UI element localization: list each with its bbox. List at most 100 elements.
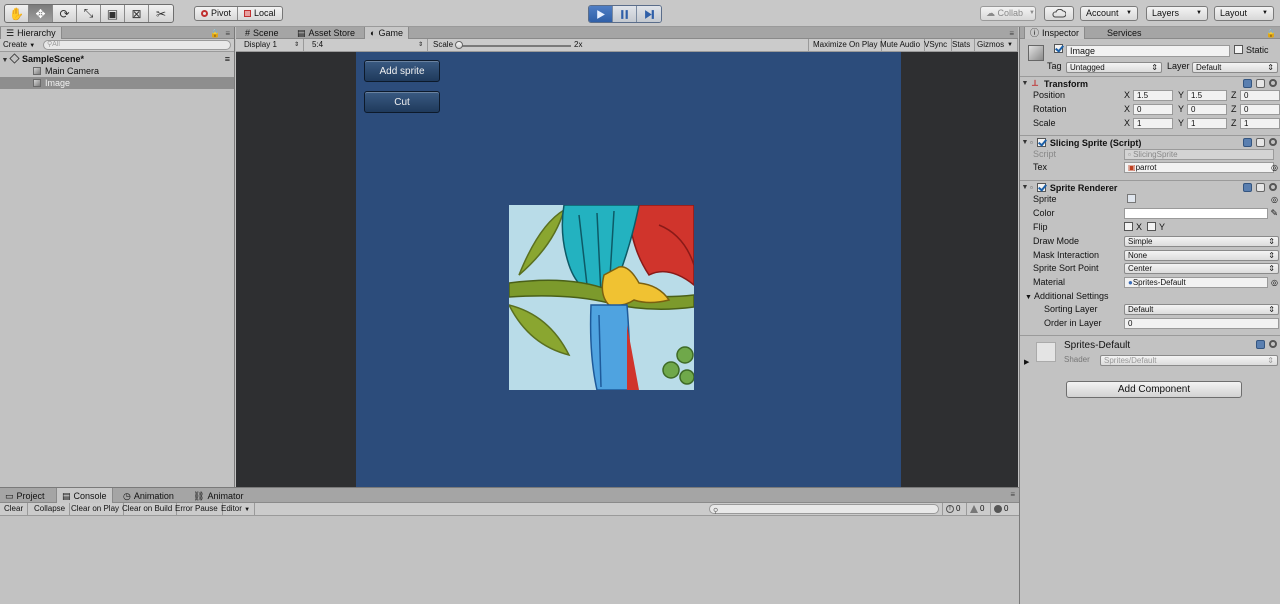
expand-triangle-icon[interactable]: ▼ — [1020, 80, 1030, 87]
panel-menu-icon[interactable]: ≡ — [225, 29, 230, 38]
object-picker-icon[interactable]: ◎ — [1271, 276, 1278, 289]
scale-y-field[interactable]: 1 — [1187, 118, 1227, 129]
warning-count-toggle[interactable]: 0 — [966, 503, 987, 515]
hierarchy-item-image[interactable]: Image — [0, 77, 234, 89]
expand-triangle-icon[interactable]: ▼ — [1020, 139, 1030, 146]
material-field[interactable]: ●Sprites-Default — [1124, 277, 1268, 288]
pivot-button[interactable]: Pivot — [195, 7, 239, 20]
object-picker-icon[interactable]: ◎ — [1271, 161, 1278, 174]
position-y-field[interactable]: 1.5 — [1187, 90, 1227, 101]
object-name-field[interactable]: Image — [1066, 45, 1230, 57]
tab-animation[interactable]: ◷ Animation — [118, 488, 179, 503]
error-count-toggle[interactable]: 0 — [990, 503, 1011, 515]
cut-button[interactable]: Cut — [364, 91, 440, 113]
sort-point-dropdown[interactable]: Center ⇕ — [1124, 263, 1279, 274]
tab-services[interactable]: Services — [1102, 27, 1147, 39]
account-dropdown[interactable]: Account ▼ — [1080, 6, 1138, 21]
mask-interaction-dropdown[interactable]: None ⇕ — [1124, 250, 1279, 261]
static-toggle[interactable]: Static — [1234, 45, 1269, 55]
tab-game[interactable]: ◐ Game — [364, 27, 409, 39]
scene-menu-icon[interactable]: ≡ — [225, 53, 230, 65]
draw-mode-dropdown[interactable]: Simple ⇕ — [1124, 236, 1279, 247]
layers-dropdown[interactable]: Layers ▼ — [1146, 6, 1208, 21]
error-pause-toggle[interactable]: Error Pause — [171, 503, 223, 515]
eyedropper-icon[interactable]: ✎ — [1270, 207, 1278, 220]
display-dropdown[interactable]: Display 1 ⇕ — [240, 39, 304, 51]
stats-toggle[interactable]: Stats — [948, 39, 976, 51]
add-component-button[interactable]: Add Component — [1066, 381, 1242, 398]
tex-field[interactable]: ▣parrot — [1124, 162, 1274, 173]
transform-header[interactable]: ▼ ⟂ Transform — [1020, 76, 1280, 90]
panel-menu-icon[interactable]: ≡ — [1009, 29, 1014, 38]
expand-triangle-icon[interactable]: ▼ — [1020, 184, 1030, 191]
additional-settings-row[interactable]: ▼ Additional Settings — [1020, 290, 1280, 303]
gizmos-dropdown[interactable]: Gizmos ▼ — [973, 39, 1018, 51]
preset-icon[interactable] — [1256, 183, 1265, 192]
rotate-tool-icon[interactable]: ⟳ — [53, 5, 77, 22]
scale-tool-icon[interactable]: ⤡ — [77, 5, 101, 22]
rotation-x-field[interactable]: 0 — [1133, 104, 1173, 115]
expand-triangle-icon[interactable]: ▶ — [1024, 358, 1029, 366]
aspect-dropdown[interactable]: 5:4 ⇕ — [308, 39, 428, 51]
preset-icon[interactable] — [1256, 138, 1265, 147]
order-in-layer-field[interactable]: 0 — [1124, 318, 1279, 329]
scene-row[interactable]: ▼ SampleScene* ≡ — [0, 53, 234, 65]
active-checkbox[interactable] — [1054, 44, 1063, 55]
hand-tool-icon[interactable]: ✋ — [5, 5, 29, 22]
editor-dropdown[interactable]: Editor ▼ — [217, 503, 256, 515]
transform-tool-icon[interactable]: ⊠ — [125, 5, 149, 22]
scale-slider-handle[interactable] — [455, 41, 463, 49]
tab-scene[interactable]: # Scene — [240, 27, 284, 39]
object-picker-icon[interactable]: ◎ — [1271, 193, 1278, 206]
rect-tool-icon[interactable]: ▣ — [101, 5, 125, 22]
custom-tool-icon[interactable]: ✂ — [149, 5, 173, 22]
hierarchy-search-input[interactable]: ⚲All — [43, 40, 231, 50]
layer-dropdown[interactable]: Default ⇕ — [1192, 62, 1278, 73]
clear-button[interactable]: Clear — [0, 503, 29, 515]
add-sprite-button[interactable]: Add sprite — [364, 60, 440, 82]
position-x-field[interactable]: 1.5 — [1133, 90, 1173, 101]
tab-asset-store[interactable]: ▤ Asset Store — [292, 27, 360, 39]
clear-on-play-toggle[interactable]: Clear on Play — [67, 503, 125, 515]
pause-button[interactable] — [613, 6, 637, 22]
sorting-layer-dropdown[interactable]: Default ⇕ — [1124, 304, 1279, 315]
scale-x-field[interactable]: 1 — [1133, 118, 1173, 129]
flip-y-toggle[interactable]: Y — [1147, 221, 1165, 234]
scale-slider-track[interactable] — [459, 45, 571, 47]
rotation-y-field[interactable]: 0 — [1187, 104, 1227, 115]
component-enabled-checkbox[interactable] — [1036, 183, 1046, 192]
gear-icon[interactable] — [1269, 138, 1277, 146]
local-button[interactable]: Local — [238, 7, 282, 20]
maximize-toggle[interactable]: Maximize On Play — [808, 39, 883, 51]
mute-toggle[interactable]: Mute Audio — [876, 39, 926, 51]
tab-console[interactable]: ▤ Console — [56, 488, 113, 503]
collab-dropdown[interactable]: ☁ Collab ▼ — [980, 6, 1036, 21]
position-z-field[interactable]: 0 — [1240, 90, 1280, 101]
play-button[interactable] — [589, 6, 613, 22]
component-enabled-checkbox[interactable] — [1036, 138, 1046, 147]
preset-icon[interactable] — [1256, 79, 1265, 88]
color-swatch[interactable] — [1124, 208, 1268, 219]
create-dropdown[interactable]: Create ▼ — [3, 39, 35, 52]
tab-project[interactable]: ▭ Project — [0, 488, 50, 503]
flip-x-toggle[interactable]: X — [1124, 221, 1142, 234]
help-book-icon[interactable] — [1256, 340, 1265, 349]
sprite-field[interactable] — [1124, 194, 1274, 205]
slicing-sprite-header[interactable]: ▼ ▫ Slicing Sprite (Script) — [1020, 135, 1280, 149]
lock-icon[interactable]: 🔒 — [210, 29, 220, 38]
lock-icon[interactable]: 🔒 — [1266, 29, 1276, 38]
shader-dropdown[interactable]: Sprites/Default ⇕ — [1100, 355, 1278, 366]
help-book-icon[interactable] — [1243, 79, 1252, 88]
gear-icon[interactable] — [1269, 183, 1277, 191]
console-search-input[interactable]: ⚲ — [709, 504, 939, 515]
info-count-toggle[interactable]: ! 0 — [942, 503, 963, 515]
scale-z-field[interactable]: 1 — [1240, 118, 1280, 129]
gear-icon[interactable] — [1269, 340, 1277, 348]
help-book-icon[interactable] — [1243, 183, 1252, 192]
rotation-z-field[interactable]: 0 — [1240, 104, 1280, 115]
move-tool-icon[interactable]: ✥ — [29, 5, 53, 22]
cloud-button[interactable] — [1044, 6, 1074, 21]
sprite-renderer-header[interactable]: ▼ ▫ Sprite Renderer — [1020, 180, 1280, 194]
step-button[interactable] — [637, 6, 661, 22]
tab-hierarchy[interactable]: ☰ Hierarchy — [0, 27, 62, 39]
